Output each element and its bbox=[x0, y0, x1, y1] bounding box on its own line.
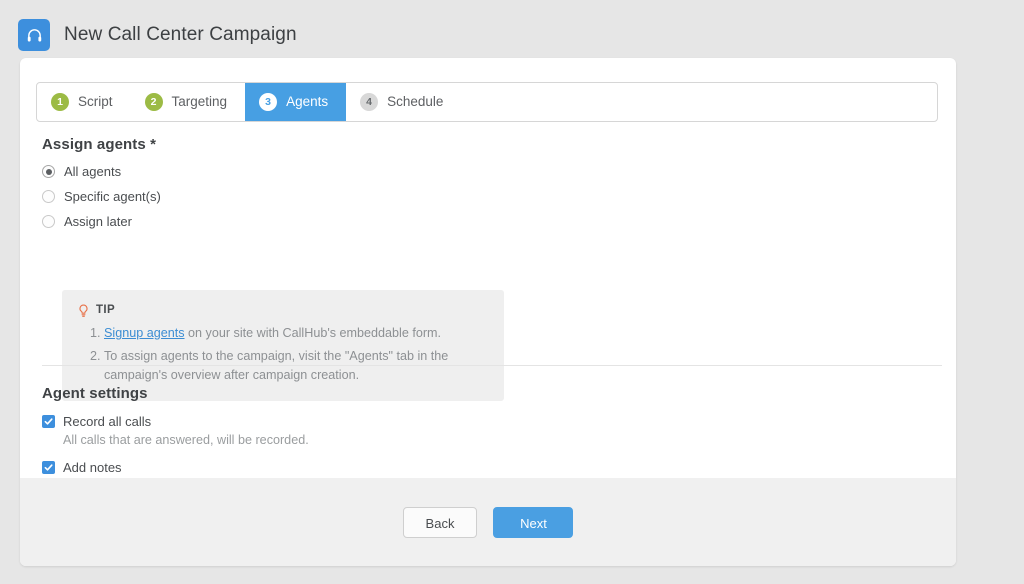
step-number-badge: 3 bbox=[259, 93, 278, 111]
next-button[interactable]: Next bbox=[493, 506, 574, 538]
wizard-step-tabs: 1 Script 2 Targeting 3 Agents 4 Schedule bbox=[36, 82, 938, 122]
page-title: New Call Center Campaign bbox=[64, 24, 297, 45]
tab-schedule[interactable]: 4 Schedule bbox=[346, 83, 461, 121]
radio-option-assign-later[interactable]: Assign later bbox=[42, 215, 934, 228]
assign-agents-title: Assign agents * bbox=[42, 136, 157, 153]
tab-label: Schedule bbox=[387, 94, 444, 110]
checkbox-indicator[interactable] bbox=[42, 461, 55, 475]
checkbox-record-all-calls[interactable]: Record all calls bbox=[42, 415, 934, 428]
step-number-badge: 1 bbox=[51, 93, 69, 111]
checkbox-add-notes[interactable]: Add notes bbox=[42, 460, 934, 476]
campaign-wizard-card: 1 Script 2 Targeting 3 Agents 4 Schedule… bbox=[20, 58, 956, 566]
lightbulb-icon bbox=[78, 304, 89, 318]
checkbox-label: Add notes bbox=[63, 460, 122, 476]
radio-label: All agents bbox=[64, 164, 122, 179]
tip-title: TIP bbox=[96, 304, 116, 317]
tab-script[interactable]: 1 Script bbox=[37, 83, 131, 121]
tab-targeting[interactable]: 2 Targeting bbox=[131, 83, 246, 121]
tip-list: Signup agents on your site with CallHub'… bbox=[78, 324, 488, 385]
tab-label: Script bbox=[78, 94, 113, 110]
checkbox-label: Record all calls bbox=[63, 414, 152, 429]
radio-indicator[interactable] bbox=[42, 165, 55, 178]
radio-label: Assign later bbox=[64, 214, 132, 229]
checkbox-indicator[interactable] bbox=[42, 415, 55, 428]
tab-label: Targeting bbox=[171, 94, 228, 110]
tab-label: Agents bbox=[286, 94, 329, 110]
radio-indicator[interactable] bbox=[42, 190, 55, 203]
page-header: New Call Center Campaign bbox=[18, 18, 297, 52]
step-number-badge: 2 bbox=[144, 93, 163, 111]
radio-label: Specific agent(s) bbox=[64, 189, 161, 204]
assign-agents-section: Assign agents * All agents Specific agen… bbox=[42, 136, 934, 228]
radio-option-all-agents[interactable]: All agents bbox=[42, 165, 934, 178]
checkbox-description: All calls that are answered, will be rec… bbox=[63, 433, 309, 447]
headset-icon bbox=[18, 19, 50, 51]
signup-agents-link[interactable]: Signup agents bbox=[104, 326, 185, 340]
wizard-footer: Back Next bbox=[20, 478, 956, 566]
tip-list-item: To assign agents to the campaign, visit … bbox=[104, 347, 488, 385]
tip-item-text: on your site with CallHub's embeddable f… bbox=[184, 326, 442, 340]
section-divider bbox=[42, 365, 942, 366]
tip-list-item: Signup agents on your site with CallHub'… bbox=[104, 324, 488, 343]
radio-option-specific-agents[interactable]: Specific agent(s) bbox=[42, 190, 934, 203]
back-button[interactable]: Back bbox=[402, 506, 478, 538]
tip-header: TIP bbox=[78, 304, 488, 318]
step-number-badge: 4 bbox=[360, 93, 379, 111]
radio-indicator[interactable] bbox=[42, 215, 55, 228]
tab-agents[interactable]: 3 Agents bbox=[245, 83, 347, 121]
agent-settings-title: Agent settings bbox=[42, 385, 148, 402]
